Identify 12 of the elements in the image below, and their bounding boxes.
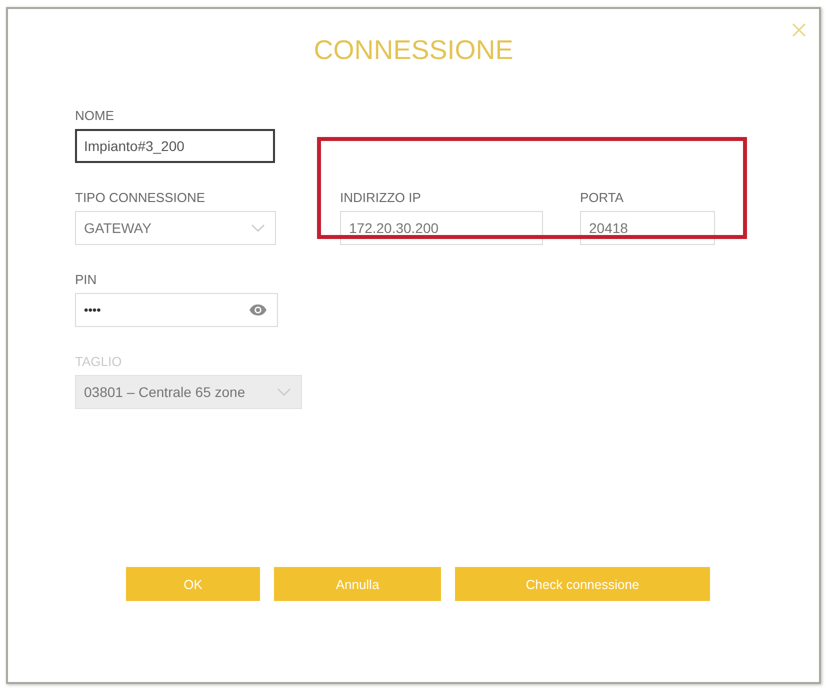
dropdown[interactable]: GATEWAY <box>75 211 276 245</box>
chevron-icon <box>251 224 265 232</box>
field-label: INDIRIZZO IP <box>340 190 421 206</box>
input-field[interactable]: Impianto#3_200 <box>75 129 275 163</box>
field-label: TIPO CONNESSIONE <box>75 190 206 206</box>
field-label: NOME <box>75 108 114 124</box>
eye-icon[interactable] <box>249 304 267 316</box>
password-field[interactable]: •••• <box>75 293 278 327</box>
dialog-title: CONNESSIONE <box>314 34 514 67</box>
field-label: PIN <box>75 272 97 288</box>
chevron-icon <box>277 388 291 396</box>
field-label: PORTA <box>580 190 624 206</box>
